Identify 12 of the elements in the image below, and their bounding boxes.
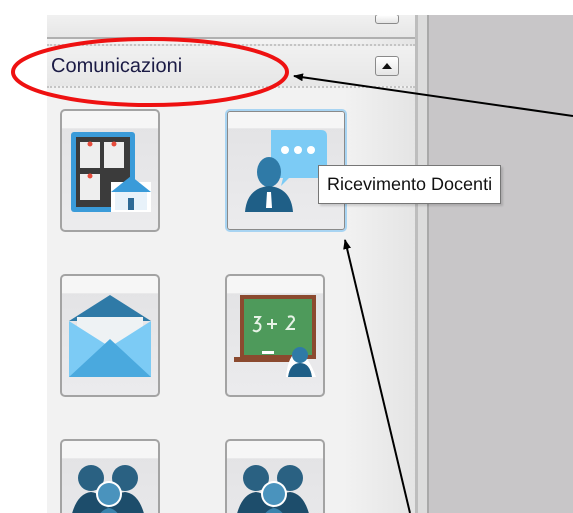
collapse-button[interactable]: [375, 56, 399, 76]
tooltip: Ricevimento Docenti: [318, 165, 502, 204]
tile-button[interactable]: [60, 109, 160, 232]
up-triangle-icon: [382, 63, 392, 69]
tile-button[interactable]: [60, 274, 160, 397]
tile-button[interactable]: [225, 274, 325, 397]
bulletin-board-icon: [69, 130, 151, 212]
blackboard-icon: [234, 294, 316, 376]
section-header[interactable]: Comunicazioni: [47, 44, 415, 88]
person-speech-bubble-icon: [245, 130, 327, 212]
envelope-icon: [69, 294, 151, 376]
section-title: Comunicazioni: [51, 54, 182, 78]
